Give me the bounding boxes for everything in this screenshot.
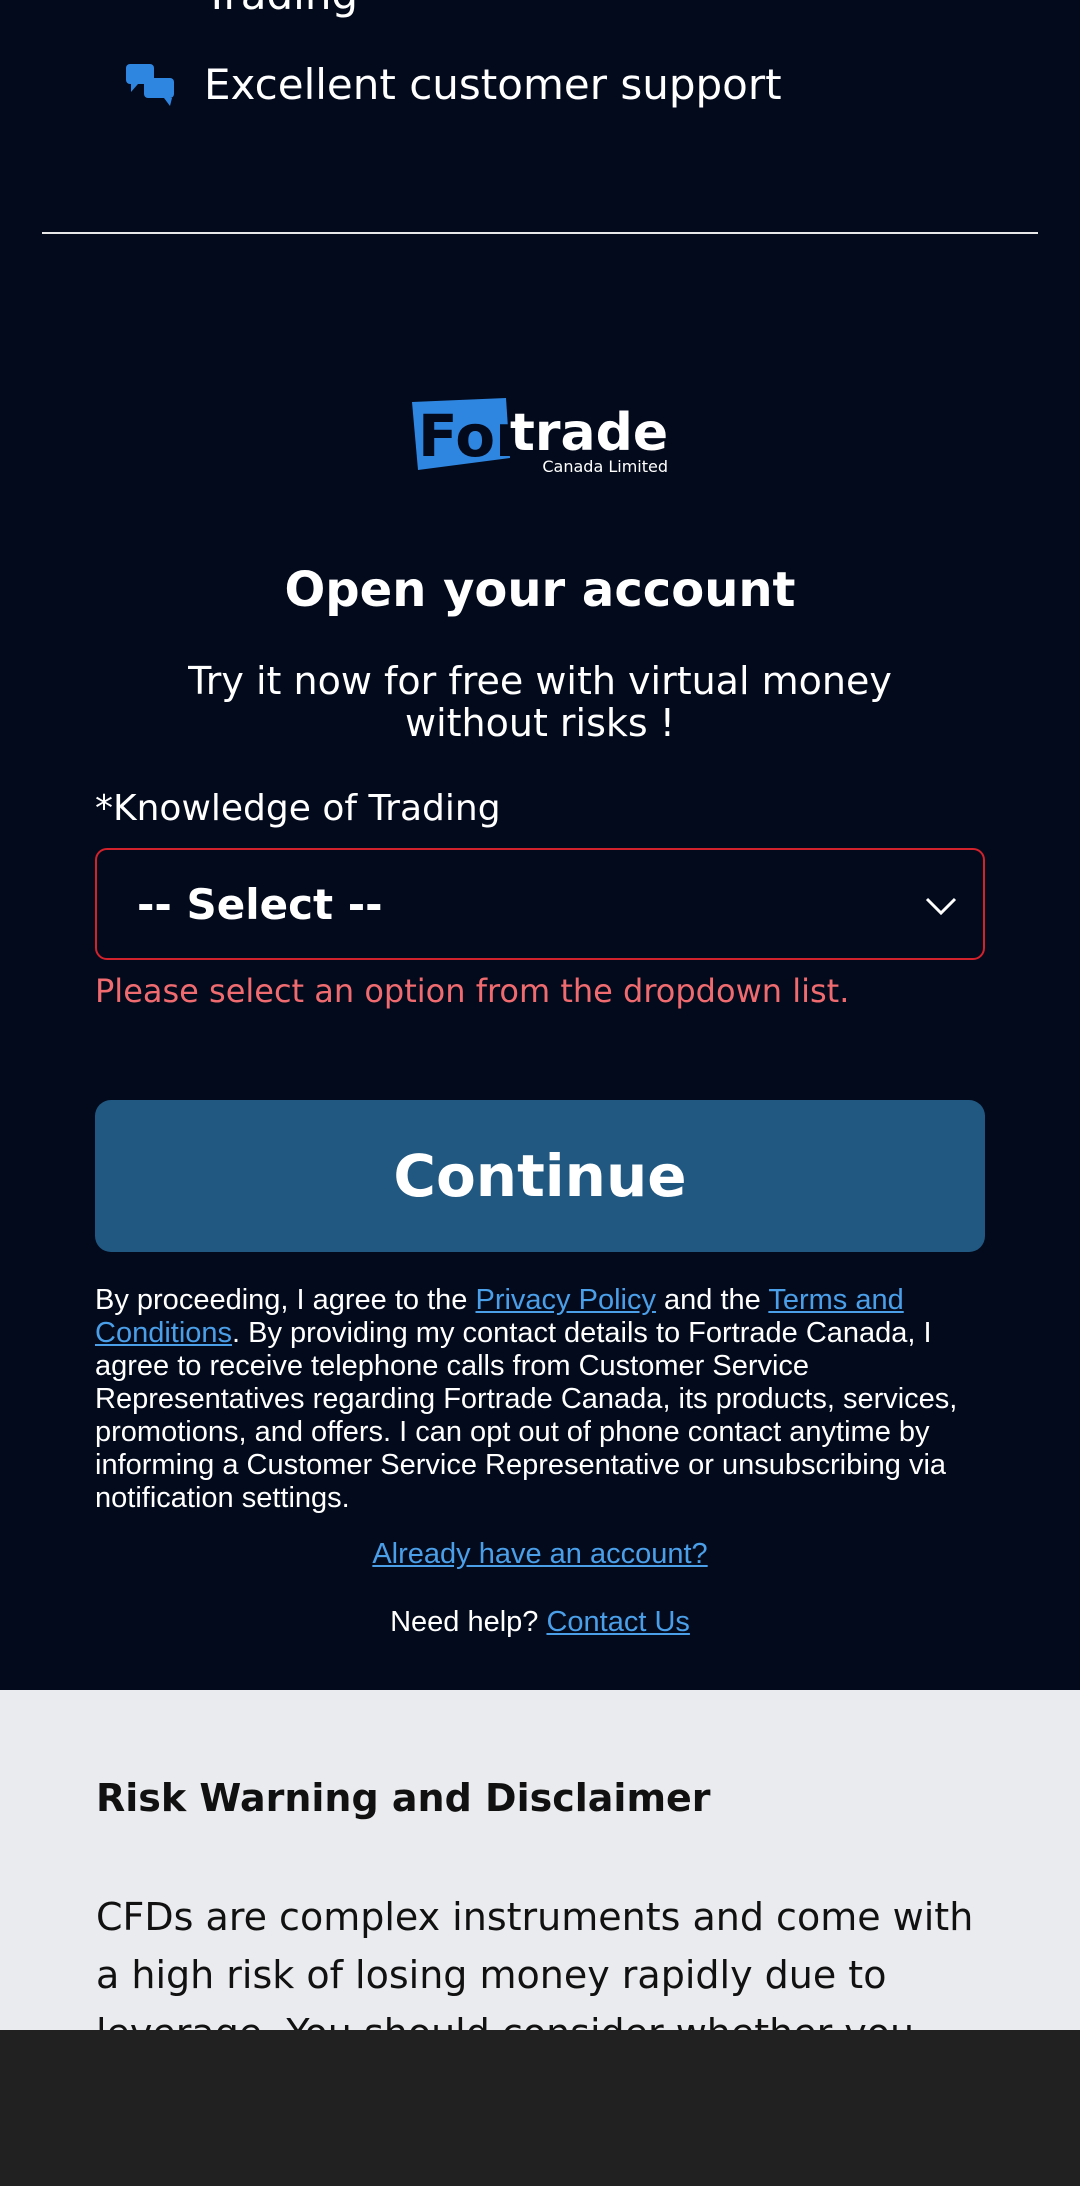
risk-body: CFDs are complex instruments and come wi… — [96, 1895, 974, 2030]
fortrade-logo: For trade Canada Limited — [412, 398, 668, 476]
feature-support-label: Excellent customer support — [204, 59, 782, 109]
bottom-bar — [0, 2030, 1080, 2186]
svg-text:For: For — [418, 402, 524, 470]
features-list: Trading Excellent customer support — [0, 0, 1080, 234]
form-title: Open your account — [284, 562, 796, 618]
help-line: Need help? Contact Us — [0, 1606, 1080, 1639]
section-divider — [42, 232, 1038, 234]
legal-intro: By proceeding, I agree to the — [95, 1284, 476, 1316]
help-prefix: Need help? — [390, 1606, 547, 1638]
risk-warning-section: Risk Warning and Disclaimer CFDs are com… — [0, 1690, 1080, 2030]
legal-consent-text: By proceeding, I agree to the Privacy Po… — [95, 1284, 995, 1515]
svg-text:trade: trade — [510, 403, 668, 463]
continue-button[interactable]: Continue — [95, 1100, 985, 1252]
contact-us-link[interactable]: Contact Us — [546, 1606, 689, 1638]
feature-support: Excellent customer support — [126, 54, 782, 114]
form-subtitle: Try it now for free with virtual money w… — [188, 659, 892, 745]
chat-bubbles-icon — [126, 64, 174, 106]
privacy-policy-link[interactable]: Privacy Policy — [475, 1284, 656, 1316]
knowledge-label: *Knowledge of Trading — [95, 788, 501, 829]
risk-title: Risk Warning and Disclaimer — [96, 1776, 711, 1820]
svg-text:Canada Limited: Canada Limited — [542, 457, 668, 476]
legal-and: and the — [655, 1284, 769, 1316]
chevron-down-icon — [925, 897, 957, 916]
select-value: -- Select -- — [137, 879, 383, 929]
feature-label-partial: Trading — [204, 0, 358, 19]
knowledge-select[interactable]: -- Select -- — [95, 848, 985, 960]
select-error-message: Please select an option from the dropdow… — [95, 972, 850, 1010]
login-link[interactable]: Already have an account? — [0, 1538, 1080, 1571]
